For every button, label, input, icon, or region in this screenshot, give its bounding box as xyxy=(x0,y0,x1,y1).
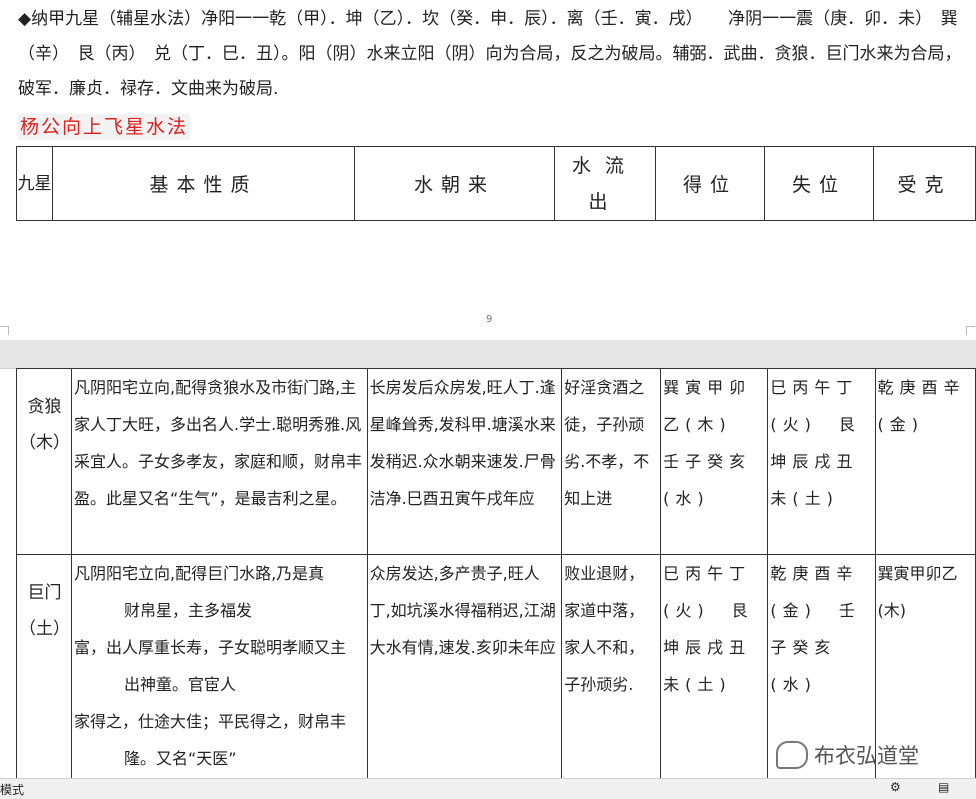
nature-line: 出神童。官宦人 xyxy=(124,675,237,694)
incoming-cell: 众房发达,多产贵子,旺人丁,如坑溪水得福稍迟,江湖大水有情,速发.亥卯未年应 xyxy=(366,554,563,795)
header-incoming: 水朝来 xyxy=(354,146,555,221)
nature-line: 凡阴阳宅立向,配得巨门水路,乃是真 xyxy=(74,564,325,583)
intro-line: （辛） 艮（丙） 兑（丁．巳．丑）。阳（阴）水来立阳（阴）向为合局，反之为破局。… xyxy=(18,44,962,64)
page-number: 9 xyxy=(486,314,493,325)
status-mode[interactable]: 模式 xyxy=(0,781,24,798)
nature-line: 家得之，仕途大佳；平民得之，财帛丰 xyxy=(74,712,347,731)
watermark-text: 布衣弘道堂 xyxy=(814,744,919,768)
header-nature: 基本性质 xyxy=(52,146,355,221)
wechat-icon xyxy=(776,741,808,769)
nature-line: 隆。又名“天医” xyxy=(124,749,237,768)
watermark: 布衣弘道堂 xyxy=(776,740,919,770)
page-corner xyxy=(966,326,975,335)
header-table: 九星 基本性质 水朝来 水流出 得位 失位 受克 xyxy=(16,146,976,221)
star-cell: 巨门（土） xyxy=(16,554,72,795)
intro-paragraph: ◆纳甲九星（辅星水法）净阳一一乾（甲）．坤（乙）．坎（癸．申．辰）．离（壬．寅．… xyxy=(18,2,976,107)
gain-cell: 巳丙午丁(火) 艮坤辰戌丑未(土) xyxy=(660,554,769,795)
restrain-cell: 乾庚酉辛(金) xyxy=(874,368,976,555)
table-row: 贪狼（木） 凡阴阳宅立向,配得贪狼水及市街门路,主家人丁大旺，多出名人.学士.聪… xyxy=(16,368,976,555)
view-icon[interactable]: ▤ xyxy=(938,780,949,794)
header-gain: 得位 xyxy=(655,146,765,221)
nature-cell: 凡阴阳宅立向,配得巨门水路,乃是真 财帛星，主多福发 富，出人厚重长寿，子女聪明… xyxy=(71,554,368,795)
header-outgoing: 水流出 xyxy=(554,146,656,221)
page-gap xyxy=(0,340,976,369)
star-cell: 贪狼（木） xyxy=(16,368,72,555)
section-title: 杨公向上飞星水法 xyxy=(18,114,191,140)
nature-cell: 凡阴阳宅立向,配得贪狼水及市街门路,主家人丁大旺，多出名人.学士.聪明秀雅.风采… xyxy=(71,368,368,555)
outgoing-cell: 败业退财，家道中落，家人不和，子孙顽劣. xyxy=(561,554,662,795)
intro-line: 破军．廉贞．禄存．文曲来为破局. xyxy=(18,79,279,99)
header-restrain: 受克 xyxy=(873,146,976,221)
nature-line: 财帛星，主多福发 xyxy=(124,601,253,620)
page-corner xyxy=(0,326,9,335)
status-bar: 模式 ⚙ ▤ xyxy=(0,778,976,799)
settings-icon[interactable]: ⚙ xyxy=(890,780,901,794)
gain-cell: 巽寅甲卯乙(木) 壬子癸亥(水) xyxy=(660,368,769,555)
header-star: 九星 xyxy=(16,146,53,221)
outgoing-cell: 好淫贪酒之徒，子孙顽劣.不孝，不知上进 xyxy=(561,368,662,555)
lose-cell: 巳丙午丁(火) 艮坤辰戌丑未(土) xyxy=(767,368,876,555)
data-table: 贪狼（木） 凡阴阳宅立向,配得贪狼水及市街门路,主家人丁大旺，多出名人.学士.聪… xyxy=(16,368,976,795)
header-lose: 失位 xyxy=(764,146,874,221)
intro-line: ◆纳甲九星（辅星水法）净阳一一乾（甲）．坤（乙）．坎（癸．申．辰）．离（壬．寅．… xyxy=(18,9,958,29)
incoming-cell: 长房发后众房发,旺人丁.逢星峰耸秀,发科甲.塘溪水来发稍迟.众水朝来速发.尸骨洁… xyxy=(366,368,563,555)
nature-line: 富，出人厚重长寿，子女聪明孝顺又主 xyxy=(74,638,347,657)
